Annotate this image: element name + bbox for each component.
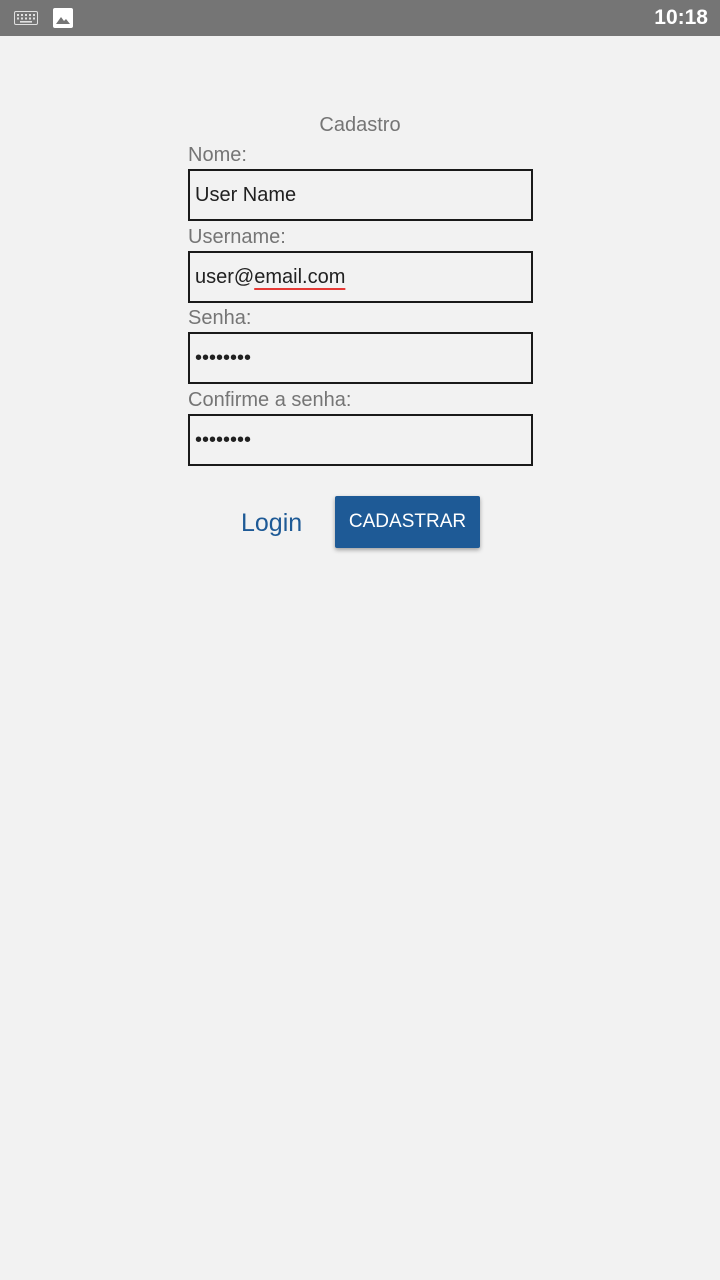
clock: 10:18: [654, 6, 708, 29]
senha-value: ••••••••: [195, 346, 252, 369]
username-value-user: user@: [195, 265, 255, 288]
page-title: Cadastro: [319, 114, 401, 136]
username-value-domain: email.com: [254, 265, 346, 288]
senha-field[interactable]: ••••••••: [188, 332, 533, 384]
nome-label: Nome:: [188, 144, 247, 166]
confirme-senha-field[interactable]: ••••••••: [188, 414, 533, 466]
login-link[interactable]: Login: [241, 509, 302, 538]
image-icon: [52, 0, 74, 36]
nome-value: User Name: [195, 183, 297, 206]
confirme-label: Confirme a senha:: [188, 389, 352, 411]
username-label: Username:: [188, 226, 286, 248]
senha-label: Senha:: [188, 307, 252, 329]
nome-field[interactable]: User Name: [188, 169, 533, 221]
keyboard-icon: [14, 0, 38, 36]
username-field[interactable]: user@ email.com: [188, 251, 533, 303]
confirme-value: ••••••••: [195, 428, 252, 451]
cadastrar-button[interactable]: CADASTRAR: [335, 496, 480, 548]
status-bar: 10:18: [0, 0, 720, 36]
